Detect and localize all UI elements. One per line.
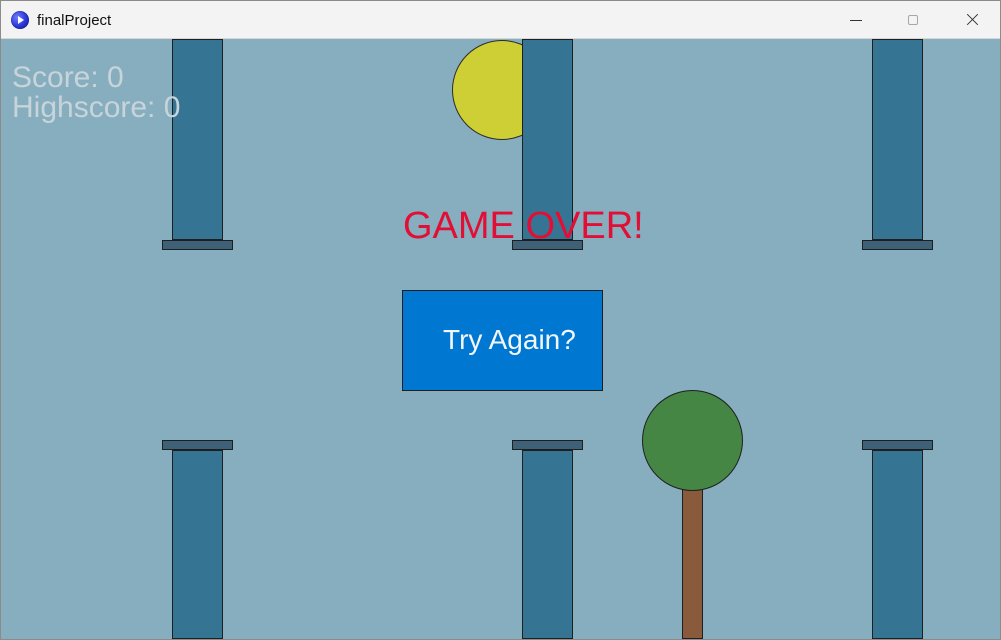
- try-again-button[interactable]: Try Again?: [402, 290, 603, 391]
- tree-canopy: [642, 390, 743, 491]
- app-window: finalProject Score: 0 Highscore: 0 GAME …: [0, 0, 1001, 640]
- bottom-pipe-left: [172, 450, 223, 639]
- highscore-label: Highscore: 0: [12, 91, 181, 124]
- window-title: finalProject: [37, 12, 112, 29]
- minimize-icon[interactable]: [827, 1, 885, 39]
- close-icon[interactable]: [943, 1, 1001, 39]
- tree-trunk: [682, 487, 703, 639]
- try-again-label: Try Again?: [443, 324, 576, 355]
- top-pipe-cap-right: [862, 240, 933, 250]
- maximize-icon[interactable]: [885, 1, 943, 39]
- top-pipe-cap-left: [162, 240, 233, 250]
- top-pipe-left: [172, 39, 223, 240]
- bottom-pipe-cap-left: [162, 440, 233, 450]
- window-titlebar: finalProject: [1, 1, 1000, 39]
- bottom-pipe-cap-right: [862, 440, 933, 450]
- bottom-pipe-cap-middle: [512, 440, 583, 450]
- game-canvas[interactable]: Score: 0 Highscore: 0 GAME OVER! Try Aga…: [1, 39, 1000, 639]
- top-pipe-right: [872, 39, 923, 240]
- bottom-pipe-right: [872, 450, 923, 639]
- bottom-pipe-middle: [522, 450, 573, 639]
- game-over-text: GAME OVER!: [403, 205, 644, 247]
- app-icon: [11, 11, 29, 29]
- score-label: Score: 0: [12, 61, 124, 94]
